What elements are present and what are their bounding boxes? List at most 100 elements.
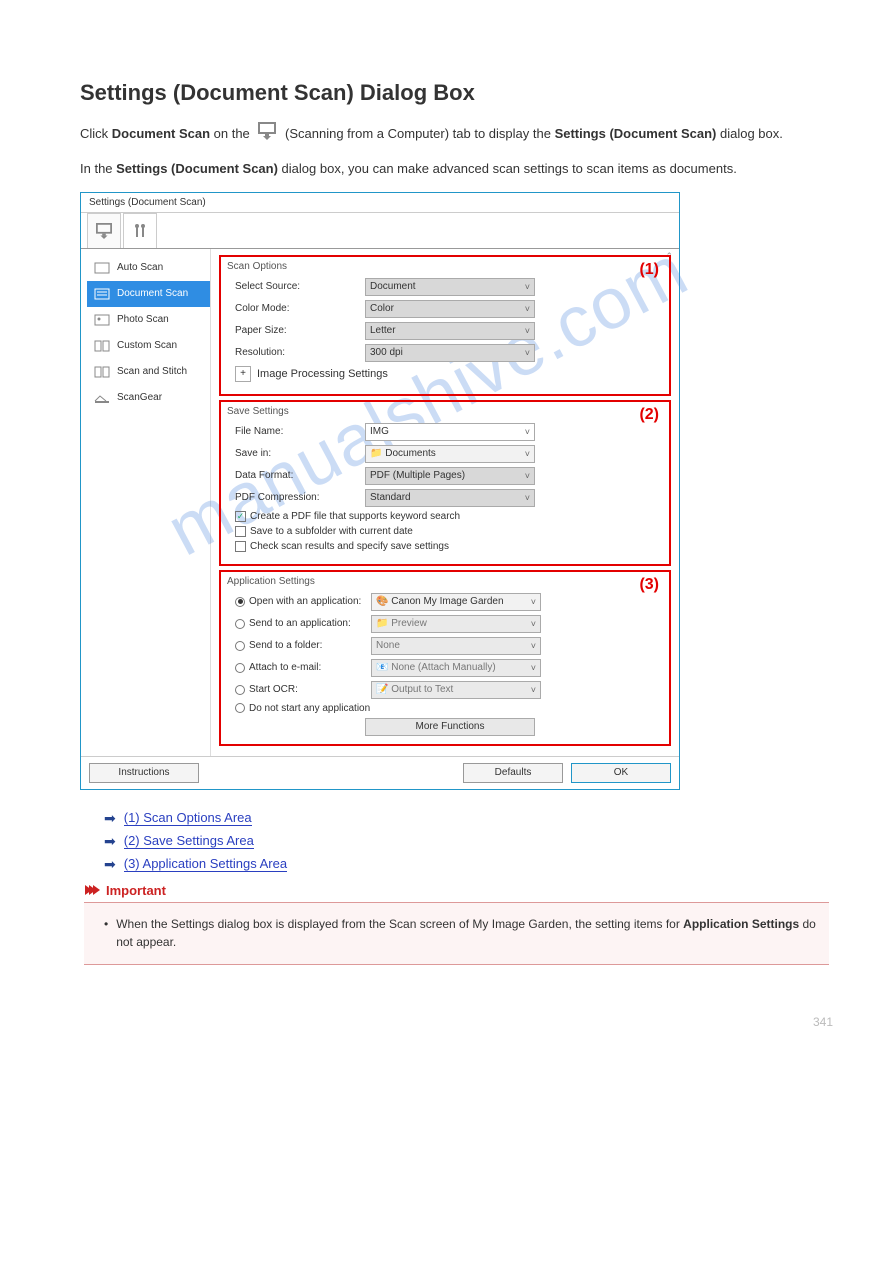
save-in-label: Save in: bbox=[235, 448, 365, 459]
computer-scan-icon bbox=[257, 122, 277, 147]
image-processing-label: Image Processing Settings bbox=[257, 368, 388, 380]
open-with-app-value: 🎨 Canon My Image Garden bbox=[376, 596, 504, 607]
section-marker-3: (3) bbox=[639, 576, 659, 594]
pdf-compression-value: Standard bbox=[370, 492, 411, 503]
file-name-label: File Name: bbox=[235, 426, 365, 437]
para2-after: dialog box, you can make advanced scan s… bbox=[278, 161, 737, 176]
tools-icon bbox=[132, 223, 148, 239]
chevron-right-icon bbox=[88, 885, 100, 895]
sidebar-item-label: Photo Scan bbox=[117, 314, 169, 325]
important-body: When the Settings dialog box is displaye… bbox=[84, 902, 829, 965]
dialog-main: ⌃ (1) Scan Options Select Source:Documen… bbox=[211, 249, 679, 756]
file-name-value: IMG bbox=[370, 426, 389, 437]
radio-open-with-app[interactable] bbox=[235, 597, 245, 607]
dialog-footer: Instructions Defaults OK bbox=[81, 756, 679, 789]
save-in-value: 📁 Documents bbox=[370, 448, 436, 459]
radio-send-to-folder[interactable] bbox=[235, 641, 245, 651]
attach-email-dropdown: 📧 None (Attach Manually) bbox=[371, 659, 541, 677]
sidebar-item-scan-stitch[interactable]: Scan and Stitch bbox=[87, 359, 210, 385]
color-mode-label: Color Mode: bbox=[235, 303, 365, 314]
intro-bold: Document Scan bbox=[112, 126, 210, 141]
document-scan-icon bbox=[93, 287, 111, 301]
save-settings-section: (2) Save Settings File Name: IMG Save in:… bbox=[219, 400, 671, 566]
sidebar-item-label: Scan and Stitch bbox=[117, 366, 187, 377]
send-to-folder-label: Send to a folder: bbox=[249, 640, 371, 651]
section-marker-1: (1) bbox=[639, 261, 659, 279]
resolution-dropdown[interactable]: 300 dpi bbox=[365, 344, 535, 362]
arrow-icon: ➡ bbox=[104, 810, 116, 827]
select-source-dropdown[interactable]: Document bbox=[365, 278, 535, 296]
start-ocr-dropdown: 📝 Output to Text bbox=[371, 681, 541, 699]
color-mode-dropdown[interactable]: Color bbox=[365, 300, 535, 318]
start-ocr-label: Start OCR: bbox=[249, 684, 371, 695]
sidebar-item-scangear[interactable]: ScanGear bbox=[87, 385, 210, 411]
resolution-label: Resolution: bbox=[235, 347, 365, 358]
sidebar-item-photo-scan[interactable]: Photo Scan bbox=[87, 307, 210, 333]
page-title: Settings (Document Scan) Dialog Box bbox=[80, 80, 833, 106]
radio-attach-email[interactable] bbox=[235, 663, 245, 673]
save-in-dropdown[interactable]: 📁 Documents bbox=[365, 445, 535, 463]
tab-scan-from-computer[interactable] bbox=[87, 213, 121, 248]
scangear-icon bbox=[93, 391, 111, 405]
para2-before: In the bbox=[80, 161, 116, 176]
dialog-sidebar: Auto Scan Document Scan Photo Scan Custo… bbox=[81, 249, 211, 756]
expand-image-processing-button[interactable]: + bbox=[235, 366, 251, 382]
checkbox-pdf-keyword[interactable]: ✓ bbox=[235, 511, 246, 522]
scan-options-heading: Scan Options bbox=[227, 261, 663, 272]
open-with-app-label: Open with an application: bbox=[249, 596, 371, 607]
pdf-compression-dropdown[interactable]: Standard bbox=[365, 489, 535, 507]
photo-scan-icon bbox=[93, 313, 111, 327]
sidebar-item-label: Document Scan bbox=[117, 288, 188, 299]
send-to-app-label: Send to an application: bbox=[249, 618, 371, 629]
send-to-app-value: 📁 Preview bbox=[376, 618, 427, 629]
send-to-folder-dropdown: None bbox=[371, 637, 541, 655]
section-marker-2: (2) bbox=[639, 406, 659, 424]
open-with-app-dropdown[interactable]: 🎨 Canon My Image Garden bbox=[371, 593, 541, 611]
radio-send-to-app[interactable] bbox=[235, 619, 245, 629]
data-format-label: Data Format: bbox=[235, 470, 365, 481]
stitch-icon bbox=[93, 365, 111, 379]
para2: In the Settings (Document Scan) dialog b… bbox=[80, 159, 833, 180]
settings-dialog: Settings (Document Scan) Auto Scan Docum… bbox=[80, 192, 680, 790]
link-application-settings-area[interactable]: (3) Application Settings Area bbox=[124, 856, 287, 872]
checkbox-subfolder-date[interactable] bbox=[235, 526, 246, 537]
checkbox-check-results-label: Check scan results and specify save sett… bbox=[250, 541, 449, 552]
checkbox-check-results[interactable] bbox=[235, 541, 246, 552]
save-settings-heading: Save Settings bbox=[227, 406, 663, 417]
paper-size-dropdown[interactable]: Letter bbox=[365, 322, 535, 340]
checkbox-pdf-keyword-label: Create a PDF file that supports keyword … bbox=[250, 511, 460, 522]
radio-start-ocr[interactable] bbox=[235, 685, 245, 695]
intro-text2: on the bbox=[210, 126, 253, 141]
computer-icon bbox=[95, 223, 113, 239]
instructions-button[interactable]: Instructions bbox=[89, 763, 199, 783]
link-save-settings-area[interactable]: (2) Save Settings Area bbox=[124, 833, 254, 849]
custom-scan-icon bbox=[93, 339, 111, 353]
more-functions-button[interactable]: More Functions bbox=[365, 718, 535, 736]
file-name-input[interactable]: IMG bbox=[365, 423, 535, 441]
link-scan-options-area[interactable]: (1) Scan Options Area bbox=[124, 810, 252, 826]
ok-button[interactable]: OK bbox=[571, 763, 671, 783]
attach-email-value: 📧 None (Attach Manually) bbox=[376, 662, 496, 673]
important-heading-label: Important bbox=[106, 883, 166, 898]
auto-scan-icon bbox=[93, 261, 111, 275]
data-format-value: PDF (Multiple Pages) bbox=[370, 470, 465, 481]
dialog-title: Settings (Document Scan) bbox=[81, 193, 679, 213]
sidebar-item-label: ScanGear bbox=[117, 392, 162, 403]
sidebar-item-label: Custom Scan bbox=[117, 340, 177, 351]
intro-bold2: Settings (Document Scan) bbox=[555, 126, 717, 141]
page-number: 341 bbox=[80, 1015, 833, 1029]
select-source-value: Document bbox=[370, 281, 416, 292]
send-to-folder-value: None bbox=[376, 640, 400, 651]
sidebar-item-auto-scan[interactable]: Auto Scan bbox=[87, 255, 210, 281]
defaults-button[interactable]: Defaults bbox=[463, 763, 563, 783]
sidebar-item-document-scan[interactable]: Document Scan bbox=[87, 281, 210, 307]
do-not-start-label: Do not start any application bbox=[249, 703, 429, 714]
data-format-dropdown[interactable]: PDF (Multiple Pages) bbox=[365, 467, 535, 485]
tab-tools[interactable] bbox=[123, 213, 157, 248]
important-bullet: When the Settings dialog box is displaye… bbox=[104, 915, 817, 952]
sidebar-item-custom-scan[interactable]: Custom Scan bbox=[87, 333, 210, 359]
radio-do-not-start[interactable] bbox=[235, 703, 245, 713]
intro-text3: (Scanning from a Computer) tab to displa… bbox=[285, 126, 555, 141]
checkbox-subfolder-date-label: Save to a subfolder with current date bbox=[250, 526, 413, 537]
application-settings-section: (3) Application Settings Open with an ap… bbox=[219, 570, 671, 746]
